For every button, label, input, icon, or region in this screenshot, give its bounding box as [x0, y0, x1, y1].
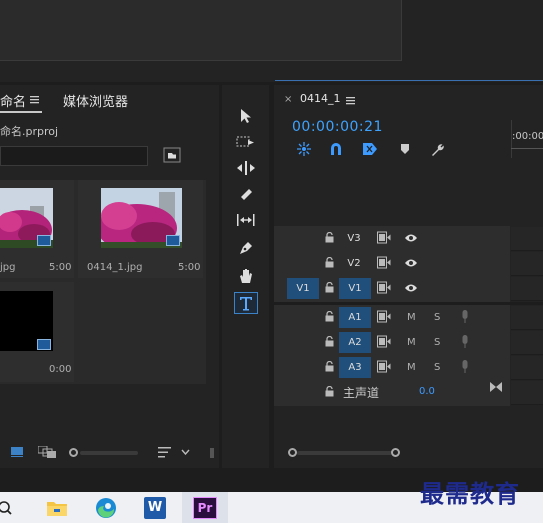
clip-duration: 5:00: [49, 262, 72, 273]
type-tool-icon[interactable]: [234, 292, 258, 314]
word-app-icon[interactable]: W: [136, 492, 174, 523]
track-label-v3[interactable]: V3: [339, 228, 369, 248]
microphone-icon[interactable]: [461, 360, 469, 376]
track-label-a1[interactable]: A1: [339, 307, 371, 328]
timecode-display[interactable]: 00:00:00:21: [292, 119, 383, 135]
watermark-text: 最需教育: [420, 479, 520, 508]
timeline-scrollbar[interactable]: [297, 451, 393, 455]
chevron-down-icon[interactable]: [181, 447, 190, 458]
hamburger-icon[interactable]: [346, 95, 355, 108]
sync-lock-icon[interactable]: [377, 360, 391, 376]
active-tab-underline: [0, 111, 42, 113]
file-explorer-icon[interactable]: [38, 492, 76, 523]
close-tab-icon[interactable]: ×: [284, 94, 292, 105]
premiere-app-label: Pr: [193, 496, 217, 519]
master-volume-value[interactable]: 0.0: [419, 386, 435, 397]
video-audio-divider[interactable]: [274, 302, 543, 305]
zoom-slider-track[interactable]: [80, 451, 138, 455]
go-to-in-out-icon[interactable]: [490, 382, 502, 395]
clip-duration: 5:00: [178, 262, 201, 273]
linked-selection-icon[interactable]: [362, 142, 378, 159]
microphone-icon[interactable]: [461, 335, 469, 351]
master-track-label: 主声道: [343, 386, 380, 400]
sequence-badge-icon: [37, 339, 51, 350]
solo-button[interactable]: S: [434, 312, 440, 323]
mute-button[interactable]: M: [407, 362, 416, 373]
image-clip-badge-icon: [166, 235, 180, 246]
mute-button[interactable]: M: [407, 337, 416, 348]
lock-icon[interactable]: [325, 256, 334, 271]
add-marker-icon[interactable]: [400, 143, 410, 158]
search-input[interactable]: [0, 146, 148, 166]
lock-icon[interactable]: [325, 281, 334, 296]
freeform-view-icon[interactable]: [37, 445, 56, 461]
search-icon[interactable]: [0, 500, 16, 519]
sync-lock-icon[interactable]: [377, 231, 391, 247]
video-track-v3-lane[interactable]: [511, 227, 543, 251]
lock-icon[interactable]: [325, 310, 334, 325]
panel-resize-handle[interactable]: [210, 448, 214, 458]
clip-duration: 0:00: [49, 364, 72, 375]
zoom-slider-handle[interactable]: [69, 448, 78, 457]
list-view-icon[interactable]: [11, 447, 23, 460]
new-bin-icon[interactable]: [163, 147, 183, 165]
solo-button[interactable]: S: [434, 337, 440, 348]
track-select-tool-icon[interactable]: [234, 131, 258, 153]
audio-track-a3-lane[interactable]: [511, 356, 543, 380]
eye-icon[interactable]: [404, 283, 418, 296]
premiere-app-icon[interactable]: Pr: [182, 492, 228, 523]
hamburger-icon[interactable]: [30, 94, 39, 107]
video-track-v1-lane[interactable]: [511, 277, 543, 301]
sync-lock-icon[interactable]: [377, 256, 391, 272]
scroll-handle-right[interactable]: [391, 448, 400, 457]
selection-tool-icon[interactable]: [234, 105, 258, 127]
edge-browser-icon[interactable]: [87, 492, 125, 523]
eye-icon[interactable]: [404, 258, 418, 271]
lock-icon[interactable]: [325, 231, 334, 246]
audio-track-a2-lane[interactable]: [511, 331, 543, 355]
source-patch-v1[interactable]: V1: [287, 278, 319, 299]
sync-lock-icon[interactable]: [377, 310, 391, 326]
tab-project[interactable]: 命名: [0, 91, 26, 110]
scroll-handle-left[interactable]: [288, 448, 297, 457]
track-label-a3[interactable]: A3: [339, 357, 371, 378]
snap-icon[interactable]: [329, 142, 343, 159]
lock-icon[interactable]: [325, 335, 334, 350]
razor-tool-icon[interactable]: [234, 183, 258, 205]
clip-name: jpg: [0, 262, 16, 273]
track-headers: [274, 226, 510, 406]
mute-button[interactable]: M: [407, 312, 416, 323]
ruler-label: :00:00: [512, 131, 543, 142]
hand-tool-icon[interactable]: [234, 264, 258, 286]
sync-lock-icon[interactable]: [377, 335, 391, 351]
microphone-icon[interactable]: [461, 310, 469, 326]
image-clip-badge-icon: [37, 235, 51, 246]
pen-tool-icon[interactable]: [234, 237, 258, 259]
sort-icon[interactable]: [158, 447, 171, 461]
sync-lock-icon[interactable]: [377, 281, 391, 297]
track-label-v2[interactable]: V2: [339, 253, 369, 273]
nest-sequence-icon[interactable]: [296, 141, 312, 160]
ruler-ticks: [511, 148, 543, 157]
master-track-lane[interactable]: [511, 381, 543, 405]
word-app-label: W: [144, 496, 166, 519]
tab-media-browser[interactable]: 媒体浏览器: [63, 91, 128, 110]
clip-name: 0414_1.jpg: [87, 262, 143, 273]
lock-icon[interactable]: [325, 360, 334, 375]
track-label-v1[interactable]: V1: [339, 278, 371, 299]
solo-button[interactable]: S: [434, 362, 440, 373]
lock-icon[interactable]: [325, 385, 334, 400]
monitor-inner-panel: [0, 0, 402, 61]
eye-icon[interactable]: [404, 233, 418, 246]
slip-tool-icon[interactable]: [234, 209, 258, 231]
video-track-v2-lane[interactable]: [511, 252, 543, 276]
ripple-edit-tool-icon[interactable]: [234, 157, 258, 179]
sequence-tab[interactable]: 0414_1: [300, 92, 341, 105]
track-label-a2[interactable]: A2: [339, 332, 371, 353]
wrench-icon[interactable]: [430, 142, 445, 160]
active-panel-highlight: [275, 80, 543, 81]
audio-track-a1-lane[interactable]: [511, 306, 543, 330]
project-file-name: 命名.prproj: [0, 125, 59, 138]
